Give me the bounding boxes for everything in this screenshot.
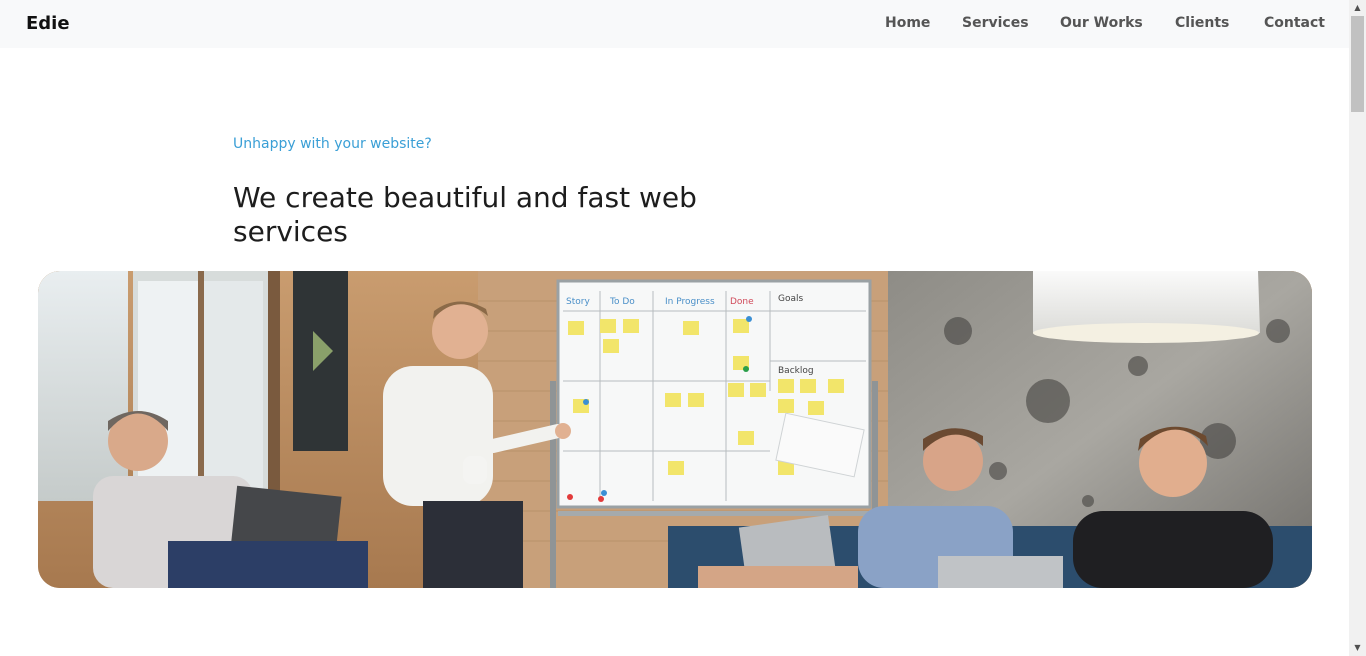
nav-item-clients[interactable]: Clients: [1175, 15, 1229, 31]
whiteboard-col-story: Story: [566, 297, 590, 307]
hero-headline: We create beautiful and fast web service…: [233, 181, 697, 248]
nav-item-our-works[interactable]: Our Works: [1060, 15, 1143, 31]
scroll-up-arrow-icon[interactable]: ▲: [1349, 0, 1366, 16]
whiteboard-col-done: Done: [730, 297, 754, 307]
scroll-down-arrow-icon[interactable]: ▼: [1349, 640, 1366, 656]
team-meeting-photo: Story To Do In Progress Done Goals Backl…: [38, 271, 1312, 588]
whiteboard-backlog: Backlog: [778, 366, 814, 376]
top-navbar: Edie Home Services Our Works Clients Con…: [0, 0, 1349, 48]
scroll-thumb[interactable]: [1351, 16, 1364, 112]
nav-links: Home Services Our Works Clients Contact: [0, 15, 1349, 35]
page-scrollbar[interactable]: ▲ ▼: [1349, 0, 1366, 656]
nav-item-services[interactable]: Services: [962, 15, 1029, 31]
whiteboard-col-todo: To Do: [609, 297, 635, 307]
hero-eyebrow: Unhappy with your website?: [233, 136, 432, 152]
hero-image: Story To Do In Progress Done Goals Backl…: [38, 271, 1312, 588]
nav-item-home[interactable]: Home: [885, 15, 930, 31]
window-left: [38, 271, 128, 501]
whiteboard-col-in-progress: In Progress: [665, 297, 715, 307]
whiteboard-col-goals: Goals: [778, 294, 803, 304]
nav-item-contact[interactable]: Contact: [1264, 15, 1325, 31]
